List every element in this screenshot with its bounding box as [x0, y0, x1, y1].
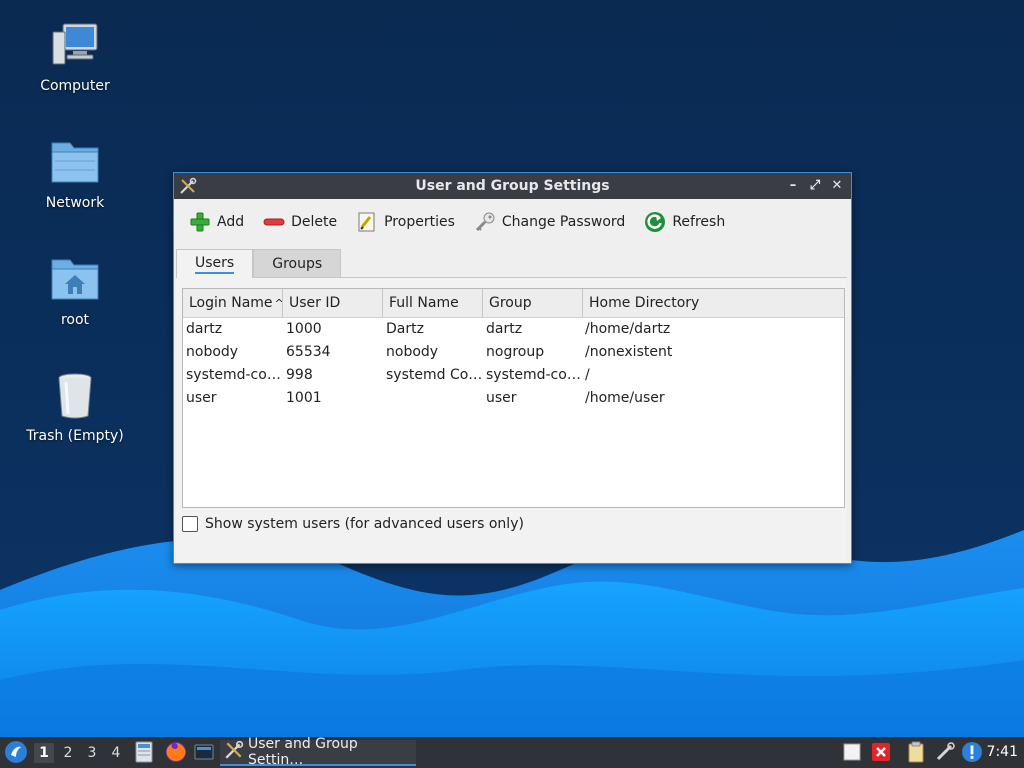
column-header-home-directory[interactable]: Home Directory [583, 289, 842, 317]
add-icon [190, 212, 210, 232]
cell-user-id: 65534 [286, 344, 331, 360]
add-button[interactable]: Add [186, 207, 246, 237]
column-header-label: Login Name [189, 295, 273, 311]
table-row[interactable]: systemd-co… 998 systemd Co… systemd-co… … [183, 364, 844, 387]
add-label: Add [217, 214, 245, 230]
cell-login-name: nobody [186, 344, 239, 360]
workspace-2[interactable]: 2 [58, 743, 78, 763]
desktop-icon-label: Computer [40, 78, 110, 94]
cell-login-name: dartz [186, 321, 223, 337]
show-system-users-label: Show system users (for advanced users on… [205, 516, 524, 532]
tab-bar: Users Groups [176, 249, 342, 278]
change-password-button[interactable]: Change Password [471, 207, 627, 237]
cell-full-name [383, 387, 483, 410]
tools-icon [179, 177, 197, 195]
cell-user-id: 998 [286, 367, 313, 383]
column-header-label: Home Directory [589, 295, 700, 311]
cell-full-name: systemd Co… [386, 367, 483, 383]
desktop-icon-root[interactable]: root [15, 254, 135, 328]
computer-icon [49, 20, 101, 72]
table-row[interactable]: nobody 65534 nobody nogroup /nonexistent [183, 341, 844, 364]
clock[interactable]: 7:41 [987, 744, 1018, 760]
column-header-group[interactable]: Group [483, 289, 583, 317]
checkbox-box[interactable] [182, 516, 198, 532]
key-icon [475, 212, 495, 232]
taskbar: 1 2 3 4 User and Group Settin… 7:41 [0, 736, 1024, 768]
change-password-label: Change Password [501, 214, 626, 230]
cell-home-directory: / [585, 367, 590, 383]
trash-icon [49, 370, 101, 422]
delete-button[interactable]: Delete [260, 207, 339, 237]
terminal-icon[interactable] [194, 742, 214, 762]
clipboard-icon[interactable] [906, 741, 926, 763]
tab-groups-label: Groups [272, 256, 323, 272]
users-table: Login Name ^ User ID Full Name Group Hom… [182, 288, 845, 508]
table-header: Login Name ^ User ID Full Name Group Hom… [183, 289, 844, 318]
refresh-button[interactable]: Refresh [641, 207, 727, 237]
workspace-3[interactable]: 3 [82, 743, 102, 763]
cell-login-name: user [186, 390, 217, 406]
network-folder-icon [49, 137, 101, 189]
desktop-icon-label: Trash (Empty) [26, 428, 124, 444]
cell-group: systemd-co… [486, 367, 581, 383]
column-header-login-name[interactable]: Login Name ^ [183, 289, 283, 317]
start-menu-icon[interactable] [4, 740, 28, 764]
users-panel: Login Name ^ User ID Full Name Group Hom… [176, 277, 847, 562]
table-row[interactable]: dartz 1000 Dartz dartz /home/dartz [183, 318, 844, 341]
update-alert-icon[interactable] [961, 741, 983, 763]
cell-full-name: Dartz [386, 321, 424, 337]
cell-full-name: nobody [386, 344, 439, 360]
properties-icon [358, 212, 375, 232]
user-group-settings-window: User and Group Settings – ⤢ ✕ Add Delete [173, 172, 852, 564]
home-folder-icon [49, 254, 101, 306]
minimize-button[interactable]: – [785, 177, 801, 195]
cell-group: dartz [486, 321, 523, 337]
maximize-button[interactable]: ⤢ [807, 177, 823, 195]
tab-groups[interactable]: Groups [253, 249, 342, 278]
properties-label: Properties [384, 214, 455, 230]
tab-users-label: Users [195, 255, 235, 274]
column-header-label: User ID [289, 295, 341, 311]
column-header-full-name[interactable]: Full Name [383, 289, 483, 317]
tools-icon [224, 740, 244, 764]
cell-user-id: 1001 [286, 390, 322, 406]
table-row[interactable]: user 1001 user /home/user [183, 387, 844, 410]
column-header-user-id[interactable]: User ID [283, 289, 383, 317]
workspace-1[interactable]: 1 [34, 743, 54, 763]
firefox-icon[interactable] [164, 740, 188, 764]
cell-login-name: systemd-co… [186, 367, 281, 383]
refresh-icon [645, 212, 666, 232]
cell-home-directory: /home/dartz [585, 321, 671, 337]
file-manager-icon[interactable] [134, 741, 154, 763]
delete-icon [263, 218, 285, 226]
cell-user-id: 1000 [286, 321, 322, 337]
tab-users[interactable]: Users [176, 249, 254, 278]
delete-label: Delete [291, 214, 338, 230]
taskbar-window-label: User and Group Settin… [248, 736, 358, 768]
desktop-icon-computer[interactable]: Computer [15, 20, 135, 94]
column-header-label: Full Name [389, 295, 459, 311]
taskbar-window-button[interactable]: User and Group Settin… [220, 736, 416, 768]
window-title: User and Group Settings [415, 178, 610, 194]
cell-home-directory: /home/user [585, 390, 665, 406]
desktop-icon-trash[interactable]: Trash (Empty) [15, 370, 135, 444]
pen-icon[interactable] [934, 741, 956, 763]
no-network-icon[interactable] [871, 742, 891, 762]
close-button[interactable]: ✕ [829, 177, 845, 195]
properties-button[interactable]: Properties [353, 207, 457, 237]
refresh-label: Refresh [672, 214, 726, 230]
cell-group: user [486, 390, 517, 406]
notes-icon[interactable] [842, 742, 862, 762]
desktop-icon-network[interactable]: Network [15, 137, 135, 211]
desktop-icon-label: root [60, 312, 90, 328]
column-header-label: Group [489, 295, 532, 311]
cell-home-directory: /nonexistent [585, 344, 673, 360]
window-titlebar[interactable]: User and Group Settings – ⤢ ✕ [174, 173, 851, 199]
show-system-users-checkbox[interactable]: Show system users (for advanced users on… [182, 516, 524, 532]
cell-group: nogroup [486, 344, 545, 360]
desktop-icon-label: Network [45, 195, 105, 211]
toolbar: Add Delete Properties Change Password Re… [174, 199, 851, 245]
workspace-4[interactable]: 4 [106, 743, 126, 763]
sort-ascending-icon: ^ [274, 296, 283, 310]
